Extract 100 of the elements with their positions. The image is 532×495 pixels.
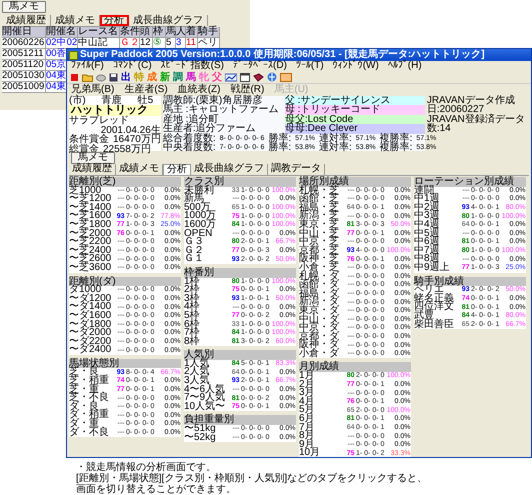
toolbar-button[interactable]: 出 [121, 72, 131, 82]
row-label: 〜ダ2200 [69, 338, 112, 346]
row-label: 芝・重 [69, 386, 99, 394]
row-label: 1600万 [184, 220, 218, 230]
tab[interactable]: 成績履歴 [2, 15, 51, 26]
toolbar-button[interactable]: 血統表(Z) [178, 84, 220, 95]
row-label: Ｇ１ [184, 255, 205, 264]
prize-label: 条件賞金 [69, 135, 109, 145]
row-label: 〜52kg [184, 434, 217, 442]
row-label: 〜ダ1400 [69, 303, 112, 312]
tab[interactable]: 成長曲線グラフ [191, 164, 268, 175]
tab[interactable]: 成績メモ [51, 15, 100, 26]
column-header[interactable]: 頭 [140, 27, 153, 38]
save-icon[interactable] [109, 72, 118, 82]
row-label: 2枠 [184, 286, 201, 295]
row-label: 10月 [299, 449, 322, 457]
menu-item[interactable]: ﾃﾞｰﾀﾍﾞｰｽ(D) [233, 61, 287, 71]
stat-label: 連対率: [318, 134, 352, 143]
memo-button[interactable]: 馬メモ [71, 152, 115, 164]
menu-item[interactable]: ﾂｰﾙ(T) [296, 61, 324, 71]
stop-icon[interactable] [70, 72, 79, 82]
row-label: 札幌・ダ [299, 272, 340, 282]
column-header[interactable]: 開催日 [2, 27, 46, 38]
menu-item[interactable]: ｽﾋﾟｰﾄﾞ指数(S) [160, 61, 224, 71]
stat-label: 勝率: [268, 134, 292, 143]
row-label: 3月 [299, 389, 316, 398]
row-label: 中9週上 [414, 264, 451, 273]
table-cell: 3 [176, 38, 186, 49]
stat-label: 勝率: [268, 142, 292, 152]
table-cell: Ｇ２ [120, 38, 140, 49]
column-header[interactable]: 騎手 [198, 27, 220, 38]
table-cell: 中山記 [78, 38, 120, 49]
table-cell: 02中02 [46, 38, 78, 49]
row-label: 〜芝2000 [69, 230, 112, 238]
column-header[interactable]: 枠 [153, 27, 166, 38]
row-label: 3枠 [184, 294, 201, 304]
stat-label: 複勝率: [380, 142, 412, 152]
section-header: 距離別(ダ) [69, 276, 181, 286]
toolbar-button[interactable]: 馬 [186, 72, 196, 82]
row-label: OPEN [184, 230, 212, 238]
caption-line: [距離別・馬場状態][クラス別・枠順別・人気別]などのタブをクリックすると、 [76, 473, 428, 484]
column-header[interactable]: レース名 [78, 27, 120, 38]
section-header: 枠番別 [184, 268, 296, 278]
image-icon[interactable] [280, 72, 292, 82]
row-label: 1月 [299, 372, 315, 381]
row-label: 〜芝3600 [69, 264, 112, 273]
row-label: 6月 [299, 415, 316, 424]
memo-button[interactable]: 馬メモ [2, 1, 46, 13]
row-label: 芝・稍重 [69, 377, 110, 386]
tab[interactable]: 成長曲線グラフ [129, 15, 208, 26]
toolbar-button[interactable]: 戦歴(R) [230, 84, 264, 95]
row-label: Ｇ２ [184, 246, 205, 256]
row-label: 京都・芝 [299, 246, 340, 256]
prize-value: 16470万円 [113, 135, 161, 145]
row-label: 東京・ダ [299, 306, 340, 316]
row-label: 10人気〜 [184, 402, 226, 412]
folder-icon[interactable] [82, 72, 93, 82]
table-cell: 11 [186, 38, 198, 49]
section-header: 場所別成績 [299, 177, 411, 187]
toolbar-button[interactable]: 調 [173, 72, 183, 82]
row-label: 連闘 [414, 186, 434, 196]
row-label: 7枠 [184, 329, 201, 338]
table-cell: ペリ [198, 38, 220, 49]
menu-item[interactable]: ｺﾏﾝﾄﾞ(C) [112, 61, 152, 71]
row-label: 福島・芝 [299, 204, 340, 212]
row-label: 新馬 [184, 195, 204, 204]
row-label: 阪神・ダ [299, 341, 340, 350]
row-label: 未勝利 [184, 186, 214, 196]
column-header[interactable]: 馬 [166, 27, 176, 38]
tab[interactable]: 分析 [163, 164, 191, 175]
birth-date: 2001.04.26生 [100, 126, 161, 136]
chart-icon[interactable] [225, 72, 237, 82]
column-header[interactable]: 着 [186, 27, 198, 38]
row-label: 武豊 [414, 312, 434, 320]
record-label: 総合着度数: [162, 134, 216, 143]
pedigree-field: 母父:Lost Code [284, 114, 425, 124]
table-cell: 20051009 [2, 82, 46, 93]
row-label: 4〜6人気 [184, 386, 226, 394]
row-label: 1人気 [184, 360, 210, 368]
detail-text: 馬主 :キャロットファーム [162, 105, 280, 115]
table-cell: 20051030 [2, 71, 46, 82]
column-header[interactable]: 条件 [120, 27, 140, 38]
table-cell: ⑤ [153, 38, 166, 49]
section-header: 馬場状態別 [69, 358, 181, 368]
menu-item[interactable]: ﾍﾙﾌﾟ(H) [388, 61, 422, 71]
menu-item[interactable]: ｳｨﾝﾄﾞｳ(W) [332, 61, 379, 71]
tab[interactable]: 調教データ [268, 164, 325, 175]
row-label: 〜芝2200 [69, 238, 112, 247]
stat-label: 複勝率: [380, 134, 412, 143]
info-text: サラブレッド [69, 116, 129, 126]
column-header[interactable]: 人 [176, 27, 186, 38]
table-cell: 20060226 [2, 38, 46, 49]
section-header: 人気別 [184, 350, 296, 360]
row-label: Ｇ３ [184, 238, 204, 247]
row-label: 〜ダ1800 [69, 320, 112, 330]
column-header[interactable]: 開催名 [46, 27, 78, 38]
tab[interactable]: 成績履歴 [69, 164, 116, 175]
row-label: 5枠 [184, 312, 201, 320]
row-label: 1000万 [184, 212, 218, 221]
toolbar-button[interactable]: 生産者(S) [124, 84, 168, 95]
